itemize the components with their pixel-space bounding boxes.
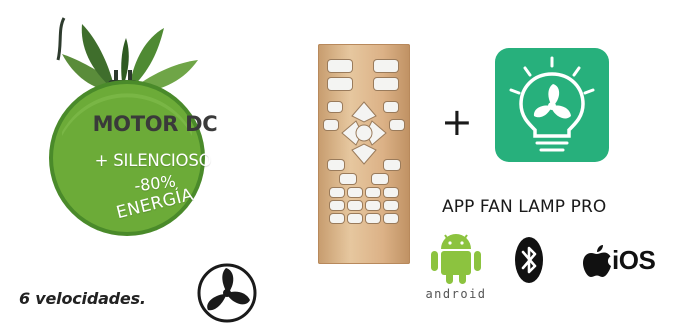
fan-icon: [197, 263, 257, 323]
bulb-fan-icon: [509, 56, 595, 152]
remote-button-h: [372, 174, 388, 184]
remote-button-f: [384, 160, 400, 170]
android-label: android: [425, 287, 487, 301]
apple-icon: [583, 245, 611, 277]
app-name-label: APP FAN LAMP PRO: [442, 197, 607, 217]
remote-key-1: [330, 188, 344, 197]
remote-dpad: [341, 101, 387, 165]
android-icon: [431, 234, 481, 284]
bluetooth-icon: [515, 237, 543, 283]
remote-button-light-right: [374, 78, 398, 90]
motor-dc-badge: MOTOR DC + SILENCIOSO -80% ENERGÍA: [18, 4, 236, 244]
badge-title: MOTOR DC: [92, 112, 218, 136]
remote-button-g: [340, 174, 356, 184]
ios-label: iOS: [612, 245, 656, 275]
remote-control: [318, 44, 410, 264]
remote-key-5: [330, 201, 344, 210]
remote-key-6: [348, 201, 362, 210]
remote-key-7: [366, 201, 380, 210]
remote-button-d: [390, 120, 404, 130]
remote-key-12: [384, 214, 398, 223]
remote-key-3: [366, 188, 380, 197]
remote-button-power-right: [374, 60, 398, 72]
speeds-label: 6 velocidades.: [19, 289, 146, 308]
fan-bulb-app-icon: [495, 48, 609, 162]
remote-key-8: [384, 201, 398, 210]
remote-key-2: [348, 188, 362, 197]
remote-key-9: [330, 214, 344, 223]
remote-key-11: [366, 214, 380, 223]
remote-button-c: [324, 120, 338, 130]
remote-button-light-left: [328, 78, 352, 90]
remote-key-4: [384, 188, 398, 197]
plus-sign: +: [441, 100, 473, 144]
remote-button-e: [328, 160, 344, 170]
remote-key-10: [348, 214, 362, 223]
remote-button-power-left: [328, 60, 352, 72]
